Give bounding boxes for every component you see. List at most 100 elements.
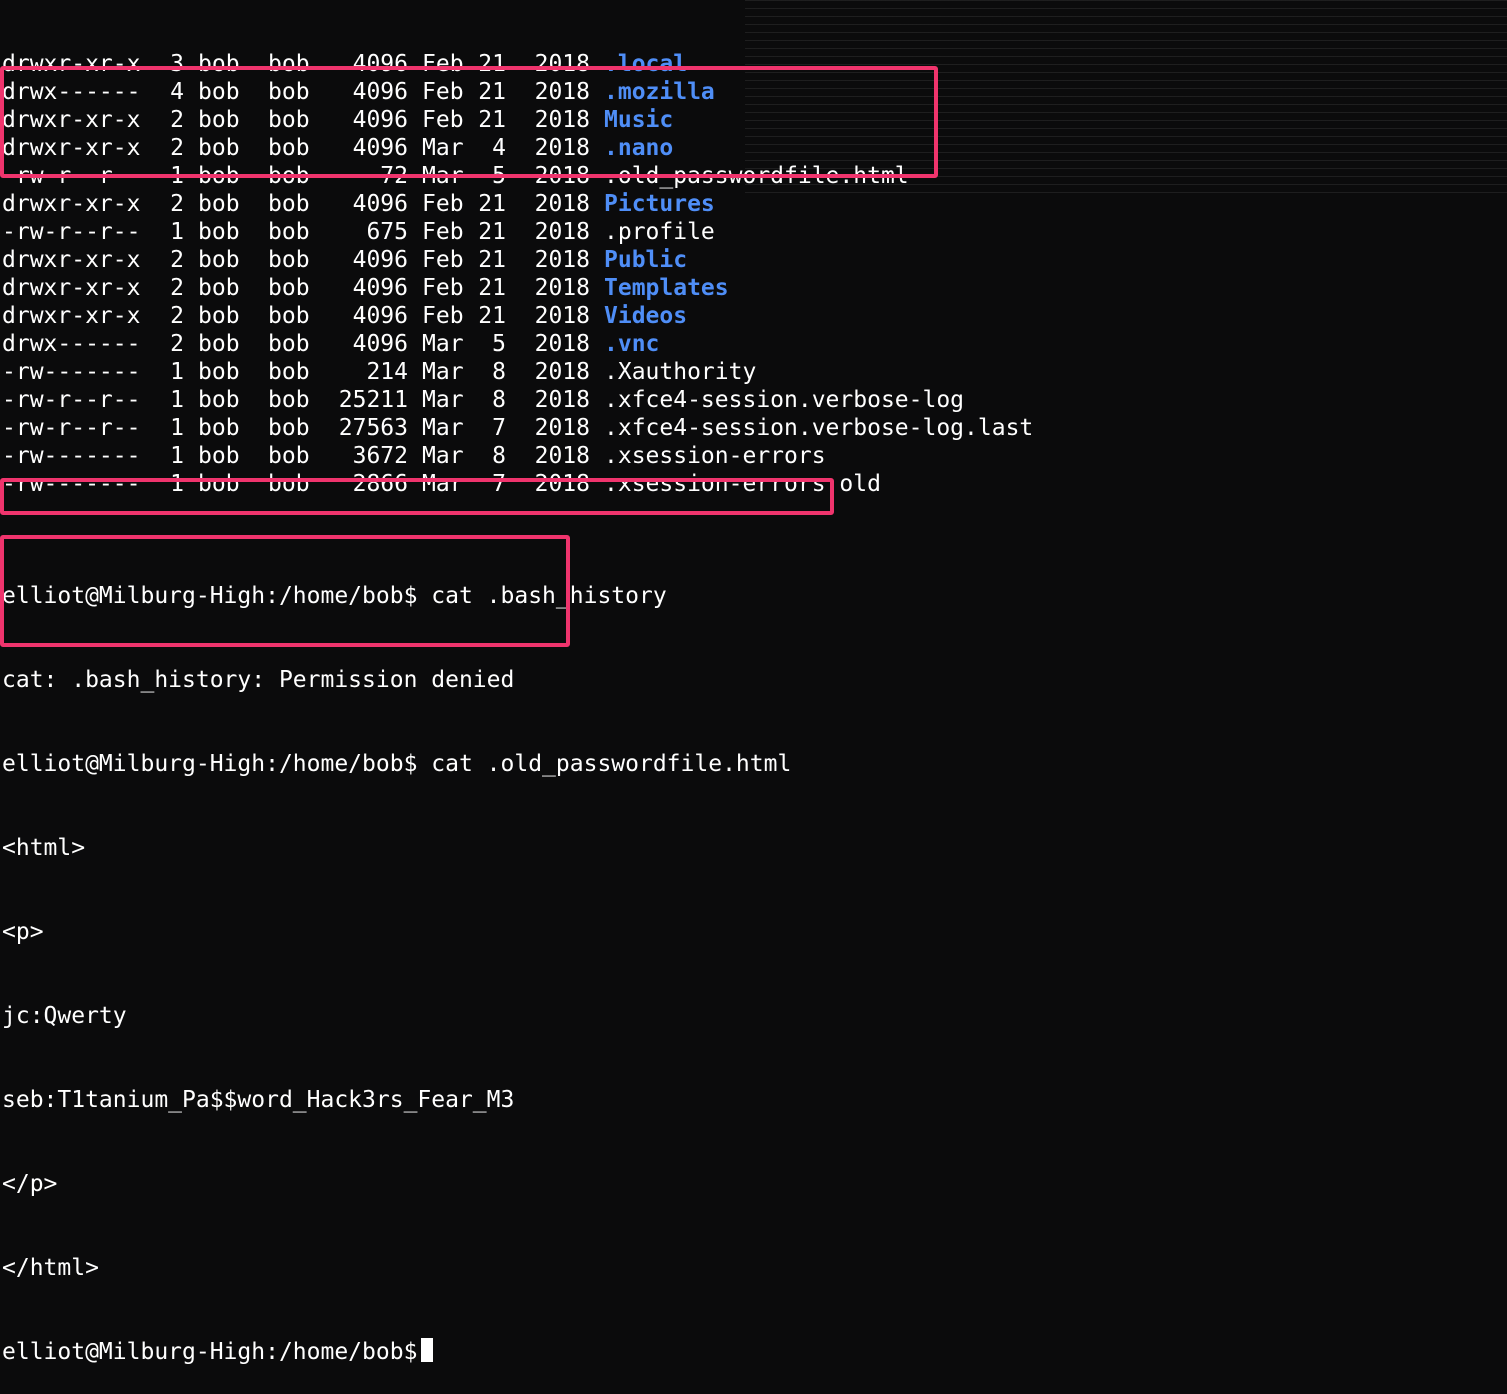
listing-links: 2 bbox=[170, 107, 184, 133]
listing-perm: drwxr-xr-x bbox=[2, 107, 141, 133]
listing-month: Mar bbox=[422, 387, 464, 413]
listing-row: -rw------- 1 bob bob 214 Mar 8 2018 .Xauthority bbox=[0, 358, 1507, 386]
listing-links: 1 bbox=[170, 415, 184, 441]
listing-day: 21 bbox=[478, 79, 506, 105]
listing-group: bob bbox=[268, 79, 310, 105]
listing-perm: drwxr-xr-x bbox=[2, 275, 141, 301]
listing-owner: bob bbox=[198, 303, 240, 329]
listing-links: 2 bbox=[170, 191, 184, 217]
listing-owner: bob bbox=[198, 275, 240, 301]
directory-listing: drwxr-xr-x 3 bob bob 4096 Feb 21 2018 .local drwx… bbox=[0, 50, 1507, 498]
listing-perm: drwxr-xr-x bbox=[2, 191, 141, 217]
listing-perm: -rw-r--r-- bbox=[2, 415, 141, 441]
listing-month: Feb bbox=[422, 191, 464, 217]
command-text: cat .old_passwordfile.html bbox=[431, 751, 792, 777]
listing-size: 2866 bbox=[352, 471, 408, 497]
listing-group: bob bbox=[268, 359, 310, 385]
listing-links: 2 bbox=[170, 135, 184, 161]
listing-day: 21 bbox=[478, 219, 506, 245]
listing-group: bob bbox=[268, 107, 310, 133]
listing-size: 4096 bbox=[352, 191, 408, 217]
listing-owner: bob bbox=[198, 359, 240, 385]
listing-day: 5 bbox=[492, 331, 506, 357]
listing-group: bob bbox=[268, 331, 310, 357]
listing-month: Feb bbox=[422, 79, 464, 105]
listing-size: 4096 bbox=[352, 247, 408, 273]
listing-owner: bob bbox=[198, 107, 240, 133]
terminal-output[interactable]: drwxr-xr-x 3 bob bob 4096 Feb 21 2018 .local drwx… bbox=[0, 0, 1507, 1365]
listing-links: 4 bbox=[170, 79, 184, 105]
text-cursor[interactable] bbox=[421, 1338, 434, 1362]
listing-links: 2 bbox=[170, 247, 184, 273]
listing-day: 8 bbox=[492, 359, 506, 385]
listing-row: drwxr-xr-x 2 bob bob 4096 Feb 21 2018 Pictures bbox=[0, 190, 1507, 218]
listing-row: drwxr-xr-x 2 bob bob 4096 Feb 21 2018 Public bbox=[0, 246, 1507, 274]
listing-perm: -rw-r--r-- bbox=[2, 219, 141, 245]
listing-year: 2018 bbox=[534, 247, 590, 273]
listing-size: 4096 bbox=[352, 331, 408, 357]
listing-day: 5 bbox=[492, 163, 506, 189]
listing-year: 2018 bbox=[534, 51, 590, 77]
credential-text: jc:Qwerty bbox=[2, 1003, 127, 1029]
listing-year: 2018 bbox=[534, 163, 590, 189]
listing-perm: -rw------- bbox=[2, 471, 141, 497]
listing-file-name: .old_passwordfile.html bbox=[604, 163, 909, 189]
listing-row: drwxr-xr-x 3 bob bob 4096 Feb 21 2018 .local bbox=[0, 50, 1507, 78]
listing-links: 1 bbox=[170, 219, 184, 245]
listing-links: 2 bbox=[170, 275, 184, 301]
listing-links: 1 bbox=[170, 163, 184, 189]
listing-dir-name: .mozilla bbox=[604, 79, 715, 105]
listing-group: bob bbox=[268, 415, 310, 441]
listing-dir-name: Public bbox=[604, 247, 688, 273]
listing-month: Mar bbox=[422, 135, 464, 161]
listing-owner: bob bbox=[198, 415, 240, 441]
listing-perm: -rw------- bbox=[2, 359, 141, 385]
listing-owner: bob bbox=[198, 135, 240, 161]
listing-perm: drwxr-xr-x bbox=[2, 303, 141, 329]
listing-owner: bob bbox=[198, 219, 240, 245]
listing-group: bob bbox=[268, 135, 310, 161]
listing-row: drwxr-xr-x 2 bob bob 4096 Mar 4 2018 .nano bbox=[0, 134, 1507, 162]
listing-size: 72 bbox=[380, 163, 408, 189]
listing-year: 2018 bbox=[534, 471, 590, 497]
listing-year: 2018 bbox=[534, 303, 590, 329]
listing-file-name: .xsession-errors bbox=[604, 443, 826, 469]
listing-links: 2 bbox=[170, 331, 184, 357]
listing-month: Feb bbox=[422, 219, 464, 245]
listing-group: bob bbox=[268, 471, 310, 497]
listing-perm: -rw-r--r-- bbox=[2, 163, 141, 189]
listing-dir-name: .local bbox=[604, 51, 688, 77]
error-message: cat: .bash_history: Permission denied bbox=[2, 667, 515, 693]
listing-perm: drwxr-xr-x bbox=[2, 247, 141, 273]
listing-group: bob bbox=[268, 443, 310, 469]
listing-dir-name: Pictures bbox=[604, 191, 715, 217]
listing-size: 4096 bbox=[352, 51, 408, 77]
listing-size: 4096 bbox=[352, 79, 408, 105]
listing-perm: drwx------ bbox=[2, 331, 141, 357]
listing-owner: bob bbox=[198, 191, 240, 217]
prompt-line-2: elliot@Milburg-High:/home/bob$ cat .old_… bbox=[0, 750, 1507, 778]
file-content-text: </html> bbox=[2, 1255, 99, 1281]
listing-day: 8 bbox=[492, 387, 506, 413]
prompt-line-current[interactable]: elliot@Milburg-High:/home/bob$ bbox=[0, 1338, 1507, 1366]
listing-dir-name: .nano bbox=[604, 135, 674, 161]
prompt-line-1: elliot@Milburg-High:/home/bob$ cat .bash… bbox=[0, 582, 1507, 610]
listing-size: 4096 bbox=[352, 275, 408, 301]
listing-file-name: .xfce4-session.verbose-log.last bbox=[604, 415, 1034, 441]
listing-year: 2018 bbox=[534, 79, 590, 105]
listing-owner: bob bbox=[198, 443, 240, 469]
listing-row: drwxr-xr-x 2 bob bob 4096 Feb 21 2018 Videos bbox=[0, 302, 1507, 330]
listing-month: Feb bbox=[422, 107, 464, 133]
listing-links: 1 bbox=[170, 359, 184, 385]
listing-month: Feb bbox=[422, 51, 464, 77]
listing-perm: drwx------ bbox=[2, 79, 141, 105]
listing-day: 21 bbox=[478, 107, 506, 133]
listing-row: -rw-r--r-- 1 bob bob 72 Mar 5 2018 .old_password… bbox=[0, 162, 1507, 190]
listing-perm: -rw------- bbox=[2, 443, 141, 469]
listing-year: 2018 bbox=[534, 331, 590, 357]
credential-text: seb:T1tanium_Pa$$word_Hack3rs_Fear_M3 bbox=[2, 1087, 515, 1113]
listing-row: drwxr-xr-x 2 bob bob 4096 Feb 21 2018 Templates bbox=[0, 274, 1507, 302]
listing-group: bob bbox=[268, 387, 310, 413]
listing-row: -rw------- 1 bob bob 3672 Mar 8 2018 .xsession-e… bbox=[0, 442, 1507, 470]
file-content-text: <html> bbox=[2, 835, 86, 861]
